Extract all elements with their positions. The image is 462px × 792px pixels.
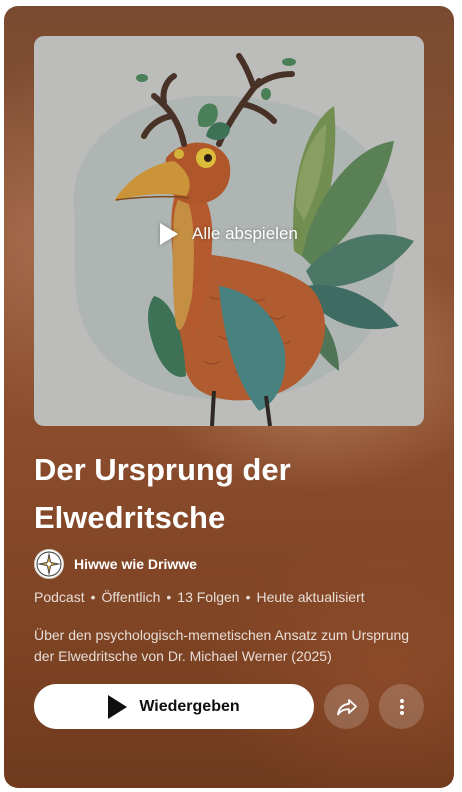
channel-link[interactable]: Hiwwe wie Driwwe: [34, 547, 197, 581]
meta-updated: Heute aktualisiert: [256, 589, 365, 605]
play-button[interactable]: Wiedergeben: [34, 684, 314, 729]
more-options-button[interactable]: [379, 684, 424, 729]
meta-separator: •: [90, 589, 96, 605]
playlist-description[interactable]: Über den psychologisch-memetischen Ansat…: [34, 625, 429, 667]
playlist-title: Der Ursprung der Elwedritsche: [34, 452, 291, 535]
compass-rose-logo: [36, 551, 62, 577]
meta-separator: •: [245, 589, 251, 605]
play-icon: [108, 694, 128, 719]
channel-name: Hiwwe wie Driwwe: [74, 556, 197, 572]
more-vertical-icon: [399, 698, 404, 715]
share-arrow-icon: [336, 698, 357, 715]
meta-visibility: Öffentlich: [101, 589, 161, 605]
playlist-meta: Podcast • Öffentlich • 13 Folgen • Heute…: [34, 589, 365, 605]
play-all-button[interactable]: Alle abspielen: [160, 219, 298, 249]
meta-type: Podcast: [34, 589, 85, 605]
playlist-header-card: Alle abspielen Der Ursprung der Elwedrit…: [4, 6, 454, 788]
meta-separator: •: [166, 589, 172, 605]
channel-avatar: [34, 549, 64, 579]
play-all-label: Alle abspielen: [192, 224, 298, 243]
share-button[interactable]: [324, 684, 369, 729]
playlist-thumbnail[interactable]: Alle abspielen: [34, 36, 424, 426]
meta-episode-count: 13 Folgen: [177, 589, 240, 605]
play-button-label: Wiedergeben: [139, 697, 240, 715]
play-icon: [160, 223, 178, 245]
